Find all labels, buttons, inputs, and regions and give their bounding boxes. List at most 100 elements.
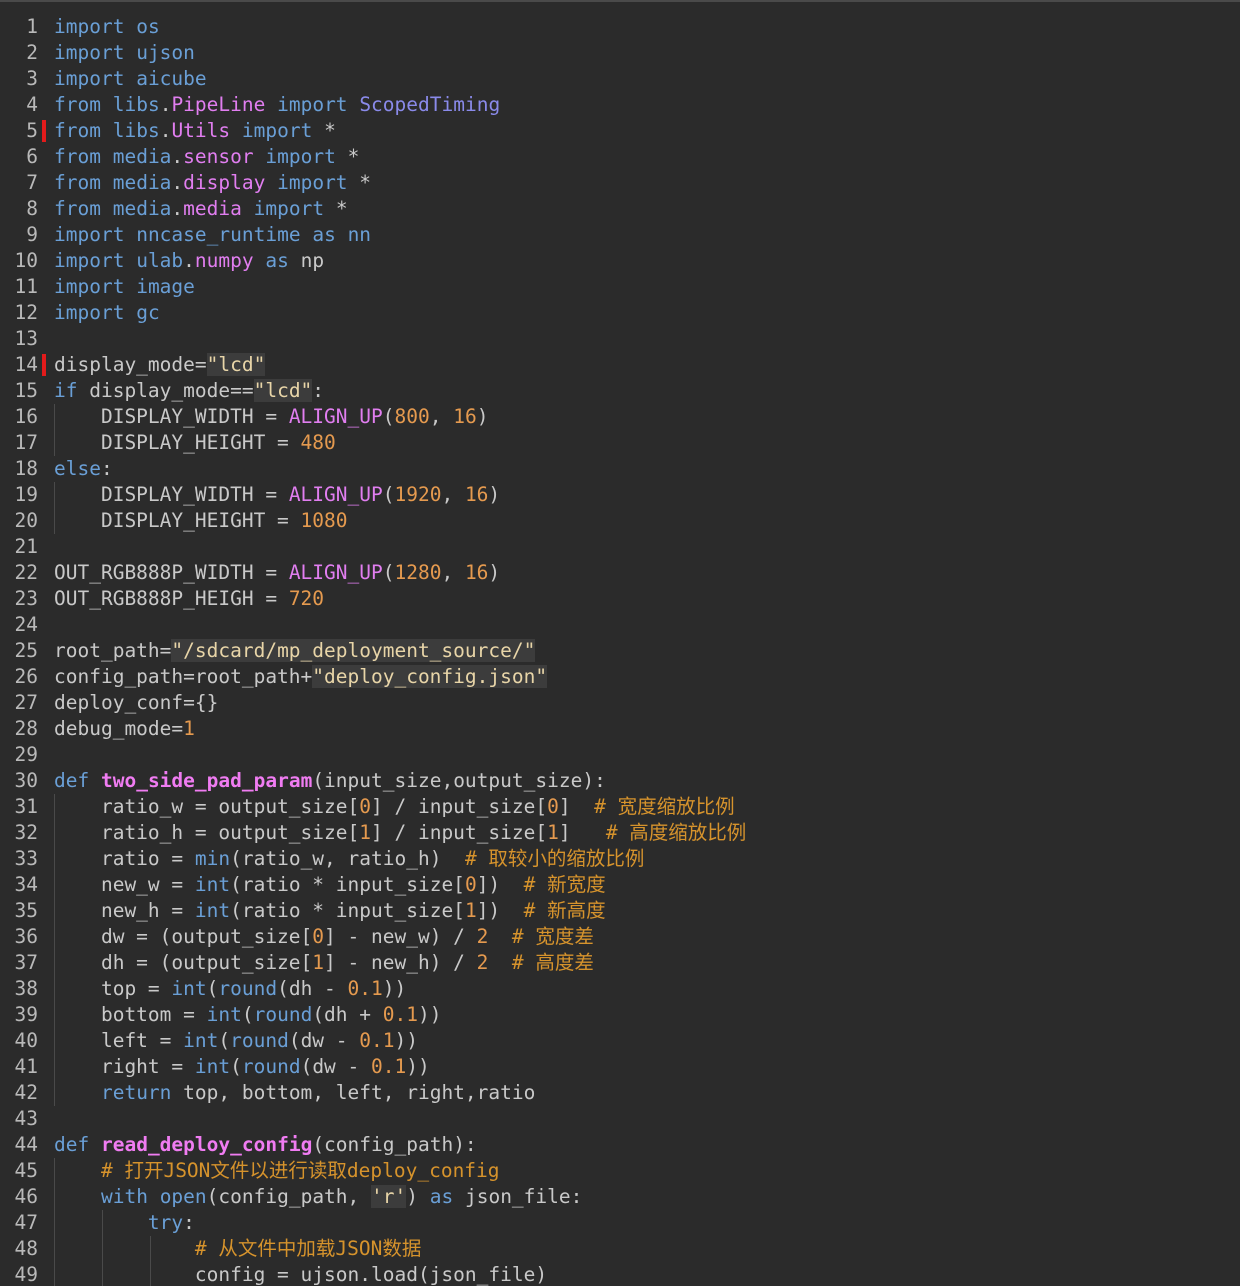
code-line[interactable]: 45 # 打开JSON文件以进行读取deploy_config (0, 1158, 1240, 1184)
code-line[interactable]: 22 OUT_RGB888P_WIDTH = ALIGN_UP(1280, 16) (0, 560, 1240, 586)
code-line[interactable]: 33 ratio = min(ratio_w, ratio_h) # 取较小的缩… (0, 846, 1240, 872)
line-number: 14 (14, 353, 38, 376)
token-plain: ) (406, 1185, 430, 1208)
code-line[interactable]: 2 import ujson (0, 40, 1240, 66)
code-line[interactable]: 37 dh = (output_size[1] - new_h) / 2 # 高… (0, 950, 1240, 976)
code-line[interactable]: 14 display_mode="lcd" (0, 352, 1240, 378)
code-line[interactable]: 21 (0, 534, 1240, 560)
code-line[interactable]: 25 root_path="/sdcard/mp_deployment_sourc… (0, 638, 1240, 664)
code-line[interactable]: 47 try: (0, 1210, 1240, 1236)
token-keyword: import (54, 67, 125, 90)
code-line[interactable]: 1 import os (0, 14, 1240, 40)
line-code: config_path=root_path+"deploy_config.jso… (54, 664, 548, 690)
code-line[interactable]: 29 (0, 742, 1240, 768)
line-number: 2 (26, 41, 38, 64)
code-line[interactable]: 15 if display_mode=="lcd": (0, 378, 1240, 404)
code-line[interactable]: 11 import image (0, 274, 1240, 300)
code-editor[interactable]: 1 import os 2 import ujson 3 import aicube 4 fr… (0, 0, 1240, 1286)
line-number: 16 (14, 405, 38, 428)
token-keyword: as (429, 1185, 454, 1208)
modified-line-marker (42, 120, 46, 142)
line-number: 1 (26, 15, 38, 38)
token-plain: ] (558, 821, 606, 844)
code-line[interactable]: 26 config_path=root_path+"deploy_config.j… (0, 664, 1240, 690)
token-plain: top = (54, 977, 172, 1000)
token-module: gc (136, 301, 160, 324)
token-keyword: as (265, 249, 289, 272)
code-line[interactable]: 16 DISPLAY_WIDTH = ALIGN_UP(800, 16) (0, 404, 1240, 430)
token-plain: , (429, 405, 454, 428)
line-code: DISPLAY_WIDTH = ALIGN_UP(1920, 16) (54, 482, 500, 508)
token-keyword: import (277, 93, 348, 116)
token-plain: ratio_w = output_size[ (54, 795, 360, 818)
token-number: 800 (394, 405, 430, 428)
code-line[interactable]: 9 import nncase_runtime as nn (0, 222, 1240, 248)
code-line[interactable]: 32 ratio_h = output_size[1] / input_size… (0, 820, 1240, 846)
code-line[interactable]: 19 DISPLAY_WIDTH = ALIGN_UP(1920, 16) (0, 482, 1240, 508)
line-code: deploy_conf={} (54, 690, 218, 716)
token-number: 0.1 (382, 1003, 418, 1026)
token-plain: . (159, 93, 172, 116)
line-number: 23 (14, 587, 38, 610)
code-line[interactable]: 43 (0, 1106, 1240, 1132)
code-line[interactable]: 49 config = ujson.load(json_file) (0, 1262, 1240, 1286)
code-line[interactable]: 34 new_w = int(ratio * input_size[0]) # … (0, 872, 1240, 898)
token-plain: right = (54, 1055, 195, 1078)
line-code: with open(config_path, 'r') as json_file… (54, 1184, 582, 1210)
code-line[interactable]: 3 import aicube (0, 66, 1240, 92)
token-number: 16 (453, 405, 477, 428)
code-line[interactable]: 7 from media.display import * (0, 170, 1240, 196)
token-plain: DISPLAY_HEIGHT = (54, 509, 301, 532)
token-module: media (112, 145, 172, 168)
code-line[interactable]: 8 from media.media import * (0, 196, 1240, 222)
code-line[interactable]: 13 (0, 326, 1240, 352)
code-line[interactable]: 31 ratio_w = output_size[0] / input_size… (0, 794, 1240, 820)
token-attr: media (183, 197, 242, 220)
code-line[interactable]: 39 bottom = int(round(dh + 0.1)) (0, 1002, 1240, 1028)
code-line[interactable]: 5 from libs.Utils import * (0, 118, 1240, 144)
token-plain: , (441, 483, 465, 506)
code-line[interactable]: 46 with open(config_path, 'r') as json_f… (0, 1184, 1240, 1210)
code-line[interactable]: 28 debug_mode=1 (0, 716, 1240, 742)
token-plain: . (171, 145, 184, 168)
code-line[interactable]: 38 top = int(round(dh - 0.1)) (0, 976, 1240, 1002)
token-module: media (112, 197, 172, 220)
code-line[interactable]: 44 def read_deploy_config(config_path): (0, 1132, 1240, 1158)
line-code: OUT_RGB888P_HEIGH = 720 (54, 586, 324, 612)
code-line[interactable]: 23 OUT_RGB888P_HEIGH = 720 (0, 586, 1240, 612)
code-line[interactable]: 41 right = int(round(dw - 0.1)) (0, 1054, 1240, 1080)
code-line[interactable]: 48 # 从文件中加载JSON数据 (0, 1236, 1240, 1262)
code-line[interactable]: 40 left = int(round(dw - 0.1)) (0, 1028, 1240, 1054)
code-line[interactable]: 30 def two_side_pad_param(input_size,outp… (0, 768, 1240, 794)
token-module: ujson (136, 41, 195, 64)
code-line[interactable]: 42 return top, bottom, left, right,ratio (0, 1080, 1240, 1106)
code-line[interactable]: 20 DISPLAY_HEIGHT = 1080 (0, 508, 1240, 534)
token-number: 16 (464, 483, 489, 506)
token-number: 1 (359, 821, 371, 844)
code-line[interactable]: 4 from libs.PipeLine import ScopedTiming (0, 92, 1240, 118)
code-line[interactable]: 10 import ulab.numpy as np (0, 248, 1240, 274)
token-keyword: try (147, 1211, 184, 1234)
line-code: def read_deploy_config(config_path): (54, 1132, 477, 1158)
line-code: import ulab.numpy as np (54, 248, 324, 274)
token-number: 1 (464, 899, 477, 922)
code-line[interactable]: 18 else: (0, 456, 1240, 482)
code-line[interactable]: 27 deploy_conf={} (0, 690, 1240, 716)
token-defname: read_deploy_config (100, 1133, 313, 1156)
code-line[interactable]: 6 from media.sensor import * (0, 144, 1240, 170)
line-number: 10 (14, 249, 38, 272)
token-plain: (ratio * input_size[ (230, 899, 465, 922)
code-line[interactable]: 12 import gc (0, 300, 1240, 326)
code-line[interactable]: 36 dw = (output_size[0] - new_w) / 2 # 宽… (0, 924, 1240, 950)
token-plain: ( (382, 561, 395, 584)
code-line[interactable]: 35 new_h = int(ratio * input_size[1]) # … (0, 898, 1240, 924)
code-line[interactable]: 17 DISPLAY_HEIGHT = 480 (0, 430, 1240, 456)
code-line[interactable]: 24 (0, 612, 1240, 638)
token-plain: ] / input_size[ (371, 795, 548, 818)
token-plain: ratio_h = output_size[ (54, 821, 360, 844)
